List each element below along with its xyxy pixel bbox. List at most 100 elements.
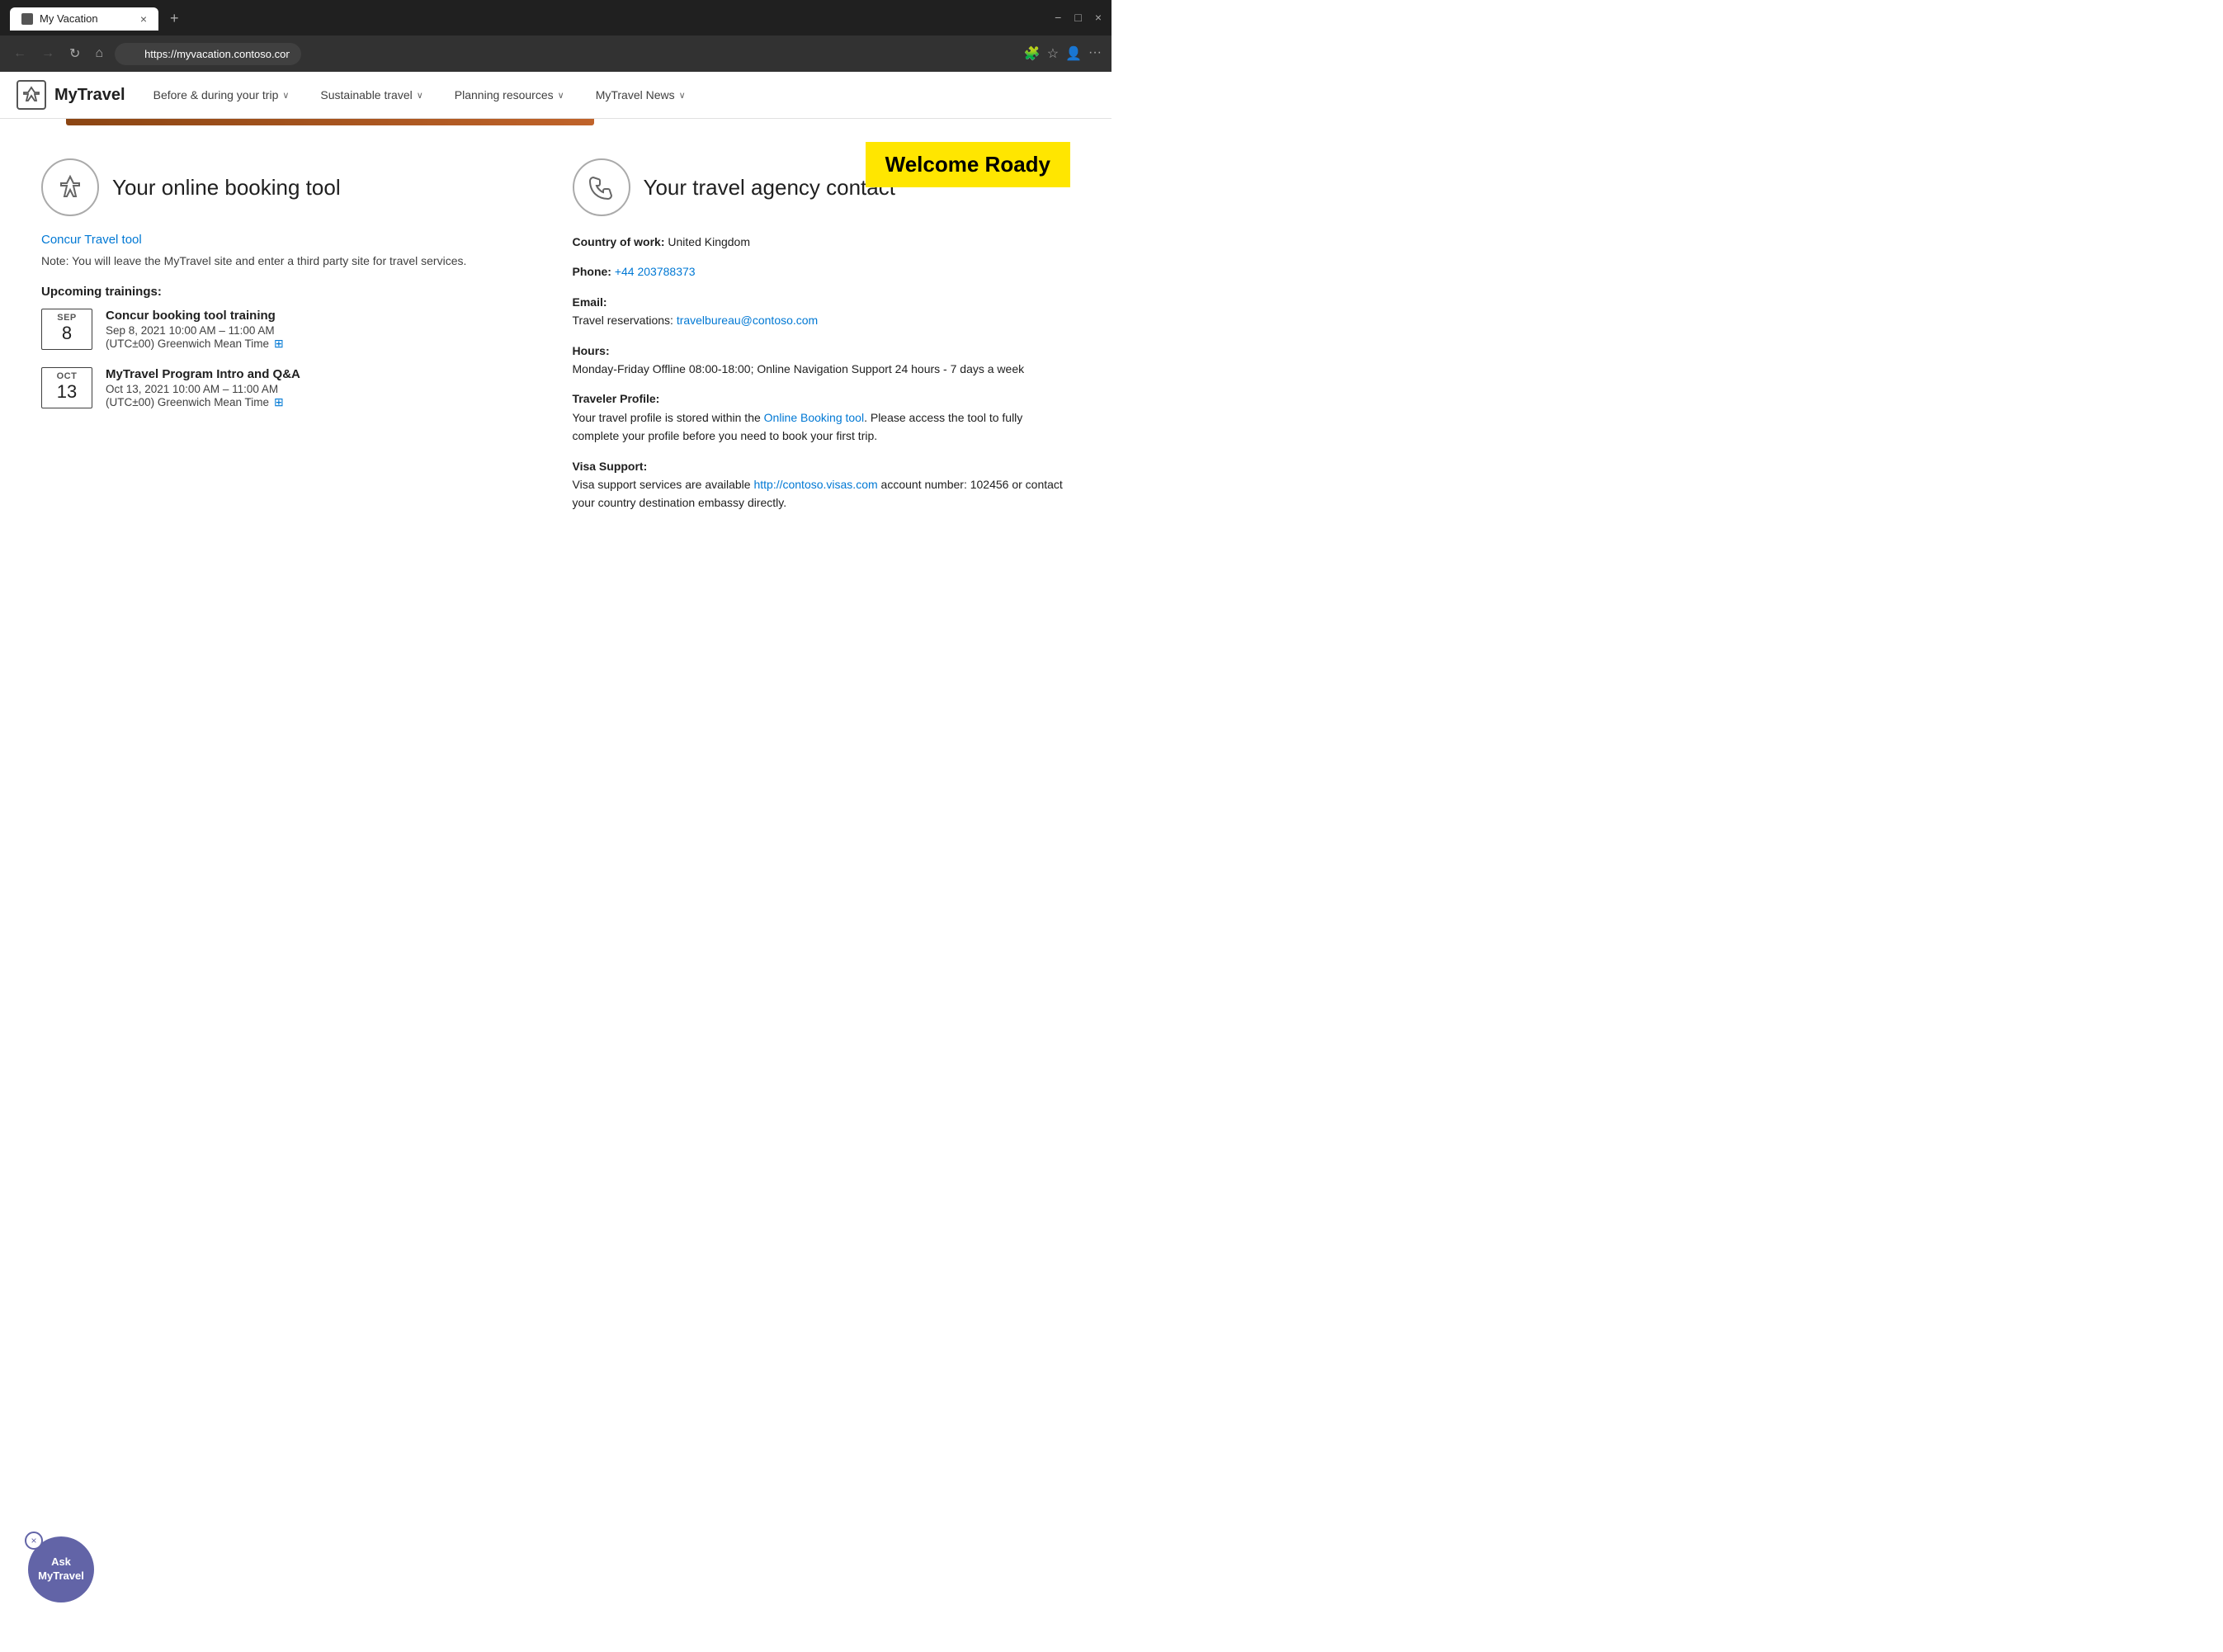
visa-support-text1: Visa support services are available: [573, 478, 754, 491]
forward-button[interactable]: →: [38, 43, 58, 64]
tab-title: My Vacation: [40, 12, 98, 25]
welcome-banner: Welcome Roady: [866, 142, 1070, 187]
chevron-planning-icon: ∨: [558, 90, 564, 101]
more-button[interactable]: ···: [1088, 45, 1102, 62]
nav-label-before: Before & during your trip: [153, 88, 279, 101]
back-button[interactable]: ←: [10, 43, 30, 64]
booking-tool-section: Your online booking tool Concur Travel t…: [41, 158, 540, 524]
contact-hours-row: Hours: Monday-Friday Offline 08:00-18:00…: [573, 342, 1071, 379]
contact-phone-row: Phone: +44 203788373: [573, 262, 1071, 281]
booking-tool-title: Your online booking tool: [112, 175, 341, 201]
browser-address-bar: ← → ↻ ⌂ 🌐 🧩 ☆ 👤 ···: [0, 35, 1112, 72]
travel-agency-icon: [573, 158, 630, 216]
booking-tool-header: Your online booking tool: [41, 158, 540, 216]
chevron-news-icon: ∨: [679, 90, 686, 101]
address-input[interactable]: [115, 43, 301, 65]
training-date-box-2: OCT 13: [41, 367, 92, 408]
logo-icon: [17, 80, 46, 110]
traveler-profile-label: Traveler Profile:: [573, 392, 660, 405]
profiles-button[interactable]: 👤: [1065, 45, 1082, 62]
site-logo: MyTravel: [17, 80, 125, 110]
nav-label-sustainable: Sustainable travel: [320, 88, 412, 101]
contact-visa-row: Visa Support: Visa support services are …: [573, 457, 1071, 512]
progress-bar-fill: [66, 119, 594, 125]
phone-label: Phone:: [573, 265, 611, 278]
training-name-1: Concur booking tool training: [106, 309, 284, 323]
browser-actions: 🧩 ☆ 👤 ···: [1024, 45, 1102, 62]
training-item-2: OCT 13 MyTravel Program Intro and Q&A Oc…: [41, 367, 540, 409]
calendar-add-icon-1[interactable]: ⊞: [274, 337, 284, 351]
close-window-button[interactable]: ×: [1095, 11, 1102, 24]
travel-agency-title: Your travel agency contact: [644, 175, 895, 201]
concur-travel-link[interactable]: Concur Travel tool: [41, 233, 142, 247]
nav-item-news[interactable]: MyTravel News ∨: [592, 83, 689, 106]
browser-tab[interactable]: My Vacation ×: [10, 7, 158, 31]
country-label: Country of work:: [573, 235, 665, 248]
training-item-1: SEP 8 Concur booking tool training Sep 8…: [41, 309, 540, 351]
travel-agency-body: Country of work: United Kingdom Phone: +…: [573, 233, 1071, 512]
training-time-1: Sep 8, 2021 10:00 AM – 11:00 AM: [106, 324, 284, 337]
visa-link[interactable]: http://contoso.visas.com: [753, 478, 877, 491]
browser-title-bar: My Vacation × + − □ ×: [10, 7, 1102, 31]
training-day-1: 8: [47, 323, 87, 344]
extensions-button[interactable]: 🧩: [1024, 45, 1041, 62]
content-grid: Your online booking tool Concur Travel t…: [41, 158, 1070, 524]
main-content: Welcome Roady Your online booking tool C…: [0, 125, 1112, 557]
site-logo-text: MyTravel: [54, 86, 125, 105]
training-date-box-1: SEP 8: [41, 309, 92, 350]
training-timezone-2: (UTC±00) Greenwich Mean Time: [106, 396, 269, 408]
refresh-button[interactable]: ↻: [66, 42, 83, 65]
email-label: Email:: [573, 295, 607, 309]
training-month-1: SEP: [47, 313, 87, 323]
chevron-sustainable-icon: ∨: [417, 90, 423, 101]
site-nav: MyTravel Before & during your trip ∨ Sus…: [0, 72, 1112, 119]
training-tz-2: (UTC±00) Greenwich Mean Time ⊞: [106, 395, 300, 409]
favorites-button[interactable]: ☆: [1047, 45, 1059, 62]
contact-country-row: Country of work: United Kingdom: [573, 233, 1071, 251]
booking-tool-body: Concur Travel tool Note: You will leave …: [41, 233, 540, 409]
tab-icon: [21, 13, 33, 25]
booking-tool-note: Note: You will leave the MyTravel site a…: [41, 253, 540, 270]
minimize-button[interactable]: −: [1055, 11, 1061, 24]
contact-email-row: Email: Travel reservations: travelbureau…: [573, 293, 1071, 330]
welcome-text: Welcome Roady: [885, 152, 1050, 177]
hours-value: Monday-Friday Offline 08:00-18:00; Onlin…: [573, 360, 1071, 378]
training-info-2: MyTravel Program Intro and Q&A Oct 13, 2…: [106, 367, 300, 409]
training-info-1: Concur booking tool training Sep 8, 2021…: [106, 309, 284, 351]
browser-chrome: My Vacation × + − □ × ← → ↻ ⌂ 🌐 🧩 ☆ 👤 ··…: [0, 0, 1112, 72]
progress-bar-area: [0, 119, 1112, 125]
phone-link[interactable]: +44 203788373: [615, 265, 696, 278]
address-bar-wrapper: 🌐: [115, 43, 1016, 65]
trainings-label: Upcoming trainings:: [41, 285, 540, 299]
visa-support-text: Visa support services are available http…: [573, 475, 1071, 512]
travel-agency-section: Your travel agency contact Country of wo…: [573, 158, 1071, 524]
contact-profile-row: Traveler Profile: Your travel profile is…: [573, 389, 1071, 445]
online-booking-link[interactable]: Online Booking tool: [764, 411, 864, 424]
chat-close-button[interactable]: ×: [25, 1532, 43, 1550]
nav-item-before-during[interactable]: Before & during your trip ∨: [150, 83, 293, 106]
training-tz-1: (UTC±00) Greenwich Mean Time ⊞: [106, 337, 284, 351]
training-month-2: OCT: [47, 371, 87, 381]
window-controls: − □ ×: [1055, 11, 1102, 27]
tab-close-button[interactable]: ×: [140, 12, 147, 26]
training-time-2: Oct 13, 2021 10:00 AM – 11:00 AM: [106, 383, 300, 395]
maximize-button[interactable]: □: [1074, 11, 1081, 24]
training-name-2: MyTravel Program Intro and Q&A: [106, 367, 300, 381]
nav-item-sustainable[interactable]: Sustainable travel ∨: [317, 83, 426, 106]
chat-widget: × AskMyTravel: [25, 1532, 94, 1602]
chevron-before-icon: ∨: [282, 90, 289, 101]
traveler-profile-text: Your travel profile is stored within the…: [573, 408, 1071, 446]
traveler-profile-text1: Your travel profile is stored within the: [573, 411, 764, 424]
country-value: United Kingdom: [668, 235, 750, 248]
email-sub-label: Travel reservations:: [573, 314, 673, 327]
chat-button-label: AskMyTravel: [38, 1555, 84, 1584]
training-day-2: 13: [47, 381, 87, 403]
visa-support-label: Visa Support:: [573, 460, 648, 473]
email-link[interactable]: travelbureau@contoso.com: [677, 314, 818, 327]
hours-label: Hours:: [573, 344, 610, 357]
nav-item-planning[interactable]: Planning resources ∨: [451, 83, 568, 106]
calendar-add-icon-2[interactable]: ⊞: [274, 395, 284, 409]
booking-tool-icon: [41, 158, 99, 216]
home-button[interactable]: ⌂: [92, 43, 106, 64]
new-tab-button[interactable]: +: [162, 7, 187, 31]
